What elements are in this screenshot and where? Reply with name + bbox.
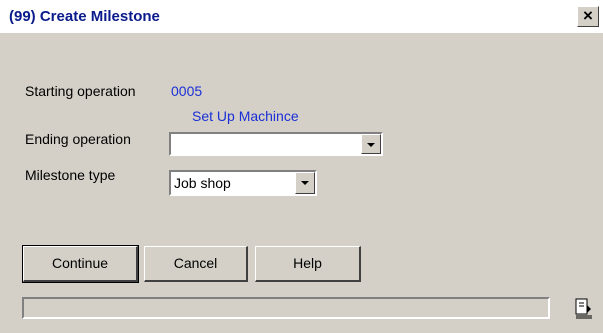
chevron-down-icon[interactable] xyxy=(295,172,315,194)
milestone-type-select[interactable]: Job shop xyxy=(169,170,317,196)
ending-operation-select[interactable] xyxy=(169,132,383,156)
close-icon: × xyxy=(583,6,593,25)
starting-operation-number: 0005 xyxy=(171,83,203,99)
milestone-type-value: Job shop xyxy=(174,175,231,191)
close-button[interactable]: × xyxy=(577,6,599,27)
ending-operation-label: Ending operation xyxy=(25,131,131,147)
help-button[interactable]: Help xyxy=(255,246,361,282)
window-copy-icon[interactable] xyxy=(574,297,594,319)
starting-operation-description: Set Up Machince xyxy=(192,108,299,124)
status-field xyxy=(22,297,550,319)
milestone-type-label: Milestone type xyxy=(25,167,116,183)
chevron-down-icon[interactable] xyxy=(361,134,381,154)
create-milestone-dialog: (99) Create Milestone × Starting operati… xyxy=(0,0,603,333)
starting-operation-label: Starting operation xyxy=(25,83,136,99)
cancel-button[interactable]: Cancel xyxy=(144,246,248,282)
title-bar: (99) Create Milestone × xyxy=(0,0,603,33)
continue-button[interactable]: Continue xyxy=(22,245,139,283)
window-title: (99) Create Milestone xyxy=(9,8,160,25)
